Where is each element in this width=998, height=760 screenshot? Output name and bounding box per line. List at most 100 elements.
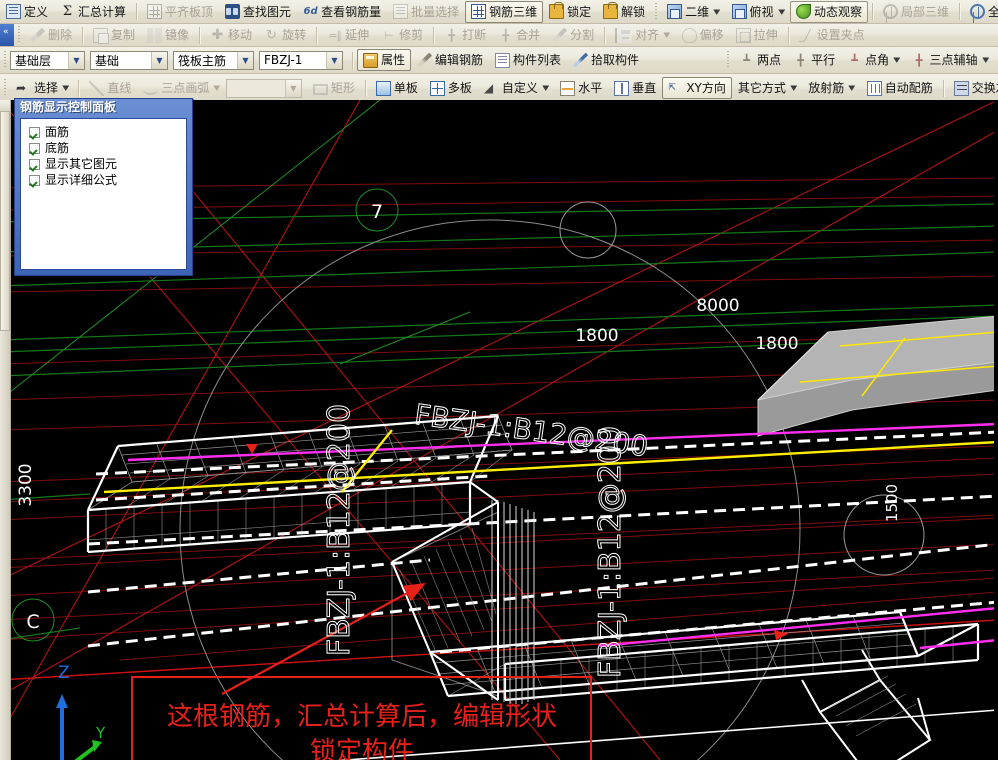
- separator: [82, 26, 84, 44]
- chevron-down-icon[interactable]: ▼: [214, 84, 221, 92]
- toolbar-item-parallel-axis[interactable]: ╋ 平行: [787, 49, 841, 71]
- checkbox[interactable]: [29, 159, 40, 170]
- chevron-down-icon[interactable]: ▼: [68, 51, 84, 69]
- toolbar-item-align-slab-top[interactable]: 平齐板顶: [141, 1, 219, 23]
- toolbar-item-custom[interactable]: ◢ 自定义 ▼: [478, 77, 554, 99]
- toolbar-item-rotate[interactable]: ↻ 旋转: [258, 24, 312, 46]
- toolbar-item-offset[interactable]: 偏移: [676, 24, 730, 46]
- toolbar-item-edit-rebar[interactable]: 编辑钢筋: [411, 49, 489, 71]
- checkbox-label: 显示详细公式: [45, 173, 118, 187]
- category-select[interactable]: 基础 ▼: [90, 50, 168, 70]
- toolbar-item-unlock[interactable]: 解锁: [597, 1, 651, 23]
- toolbar-item-dynamic-observe[interactable]: 动态观察: [789, 0, 868, 23]
- checkbox-row-show-detail-formula[interactable]: 显示详细公式: [29, 173, 186, 188]
- toolbar-grip[interactable]: [4, 79, 6, 97]
- checkbox-row-show-other-elements[interactable]: 显示其它图元: [29, 157, 186, 172]
- toolbar-item-xy-direction[interactable]: ⇱ XY方向: [662, 77, 732, 99]
- toolbar-item-partial-3d[interactable]: 局部三维: [877, 1, 955, 23]
- chevron-down-icon[interactable]: ▼: [713, 8, 720, 16]
- toolbar-item-top-view[interactable]: 俯视 ▼: [726, 1, 790, 23]
- toolbar-item-point-angle-axis[interactable]: ┻ 点角 ▼: [841, 49, 905, 71]
- toolbar-label: 俯视: [749, 4, 774, 19]
- toolbar-label: 查看钢筋量: [321, 4, 382, 19]
- chevron-down-icon[interactable]: ▼: [848, 84, 855, 92]
- toolbar-item-swap-annotation[interactable]: 交换左右标注: [948, 77, 998, 99]
- toolbar-item-stretch[interactable]: 拉伸: [730, 24, 784, 46]
- toolbar-item-vertical[interactable]: 垂直: [608, 77, 662, 99]
- component-type-select-value: 筏板主筋: [178, 53, 227, 68]
- toolbar-item-merge[interactable]: ╋ 合并: [492, 24, 546, 46]
- vertical-scrollbar-left[interactable]: [0, 100, 11, 760]
- component-type-select[interactable]: 筏板主筋 ▼: [173, 50, 254, 70]
- toolbar-item-auto-rebar[interactable]: 自动配筋: [861, 77, 939, 99]
- rebar-display-control-panel[interactable]: 钢筋显示控制面板 面筋 底筋 显示其它图元 显示详细公式: [14, 98, 193, 276]
- toolbar-item-two-point-axis[interactable]: ┻ 两点: [733, 49, 787, 71]
- toolbar-item-component-list[interactable]: 构件列表: [489, 49, 567, 71]
- toolbar-label: 汇总计算: [78, 4, 127, 19]
- toolbar-grip[interactable]: [655, 2, 658, 21]
- toolbar-grip[interactable]: [18, 26, 20, 44]
- toolbar-item-split[interactable]: 分割: [546, 24, 600, 46]
- toolbar-item-three-point-axis[interactable]: ╋ 三点辅轴 ▼: [906, 49, 994, 71]
- toolbar-item-align[interactable]: 对齐 ▼: [609, 24, 675, 46]
- toolbar-item-multi-slab[interactable]: 多板: [424, 77, 478, 99]
- chevron-down-icon[interactable]: ▼: [284, 79, 301, 97]
- toolbar-item-delete[interactable]: 删除: [24, 24, 78, 46]
- toolbar-item-batch-select[interactable]: 批量选择: [387, 1, 465, 23]
- chevron-down-icon[interactable]: ▼: [663, 31, 670, 39]
- chevron-down-icon[interactable]: ▼: [893, 56, 900, 64]
- chevron-down-icon[interactable]: ▼: [151, 51, 167, 69]
- toolbar-item-extend[interactable]: =∥ 延伸: [321, 24, 375, 46]
- toolbar-grip[interactable]: [4, 51, 6, 69]
- chevron-down-icon[interactable]: ▼: [237, 51, 253, 69]
- checkbox[interactable]: [29, 175, 40, 186]
- toolbar-item-find-element[interactable]: 查找图元: [219, 1, 297, 23]
- toolbar-item-set-grip[interactable]: _╱ 设置夹点: [793, 24, 871, 46]
- floor-select[interactable]: 基础层 ▼: [10, 50, 85, 70]
- toolbar-item-rebar-3d[interactable]: 钢筋三维: [465, 0, 544, 23]
- toolbar-item-other-method[interactable]: 其它方式 ▼: [732, 77, 802, 99]
- toolbar-item-radial-rebar[interactable]: 放射筋 ▼: [802, 77, 860, 99]
- binoculars-icon: [225, 4, 241, 19]
- chevron-down-icon[interactable]: ▼: [790, 84, 797, 92]
- arc-parameter-select[interactable]: ▼: [225, 78, 302, 98]
- chevron-down-icon[interactable]: ▼: [778, 8, 785, 16]
- toolbar-item-horizontal[interactable]: 水平: [554, 77, 608, 99]
- select-arrow-icon: ➦: [16, 80, 27, 95]
- toolbar-item-copy[interactable]: 复制: [87, 24, 141, 46]
- chevron-down-icon[interactable]: ▼: [982, 56, 989, 64]
- component-name-select[interactable]: FBZJ-1 ▼: [259, 50, 343, 70]
- toolbar-grip[interactable]: [727, 51, 730, 69]
- checkbox-row-bottom-rebar[interactable]: 底筋: [29, 141, 186, 156]
- toolbar-item-delete-axis[interactable]: 删除辅轴: [994, 49, 998, 71]
- scrollbar-thumb[interactable]: [0, 111, 10, 331]
- checkbox[interactable]: [29, 127, 40, 138]
- toolbar-item-view-rebar-qty[interactable]: 6d 查看钢筋量: [297, 1, 387, 23]
- toolbar-item-2d[interactable]: 二维 ▼: [661, 1, 725, 23]
- toolbar-item-lock[interactable]: 锁定: [543, 1, 597, 23]
- toolbar-item-break[interactable]: ╋ 打断: [438, 24, 492, 46]
- toolbar-item-move[interactable]: ✚ 移动: [204, 24, 258, 46]
- toolbar-item-define[interactable]: 定义: [0, 1, 54, 23]
- checkbox[interactable]: [29, 143, 40, 154]
- floor-select-value: 基础层: [15, 53, 52, 68]
- toolbar-label: 垂直: [632, 81, 657, 95]
- checkbox-row-top-rebar[interactable]: 面筋: [29, 125, 186, 140]
- chevron-down-icon[interactable]: ▼: [326, 51, 342, 69]
- toolbar-item-single-slab[interactable]: 单板: [370, 77, 424, 99]
- toolbar-item-trim[interactable]: ⊢ 修剪: [375, 24, 429, 46]
- chevron-down-icon[interactable]: ▼: [542, 84, 549, 92]
- toolbar-item-fullscreen[interactable]: 全屏: [964, 1, 998, 23]
- separator: [787, 26, 789, 44]
- sidebar-collapse-handle[interactable]: «: [0, 24, 14, 46]
- toolbar-item-properties[interactable]: 属性: [357, 49, 412, 71]
- toolbar-item-summary-calc[interactable]: Σ 汇总计算: [54, 1, 132, 23]
- toolbar-item-rectangle[interactable]: 矩形: [307, 77, 361, 99]
- toolbar-item-mirror[interactable]: 镜像: [141, 24, 195, 46]
- toolbar-item-line[interactable]: 直线: [83, 77, 137, 99]
- toolbar-item-pick-component[interactable]: 拾取构件: [567, 49, 645, 71]
- toolbar-label: 移动: [228, 28, 253, 42]
- toolbar-item-select[interactable]: ➦ 选择 ▼: [10, 77, 74, 99]
- toolbar-item-three-point-arc[interactable]: 三点画弧 ▼: [137, 77, 225, 99]
- chevron-down-icon[interactable]: ▼: [62, 84, 69, 92]
